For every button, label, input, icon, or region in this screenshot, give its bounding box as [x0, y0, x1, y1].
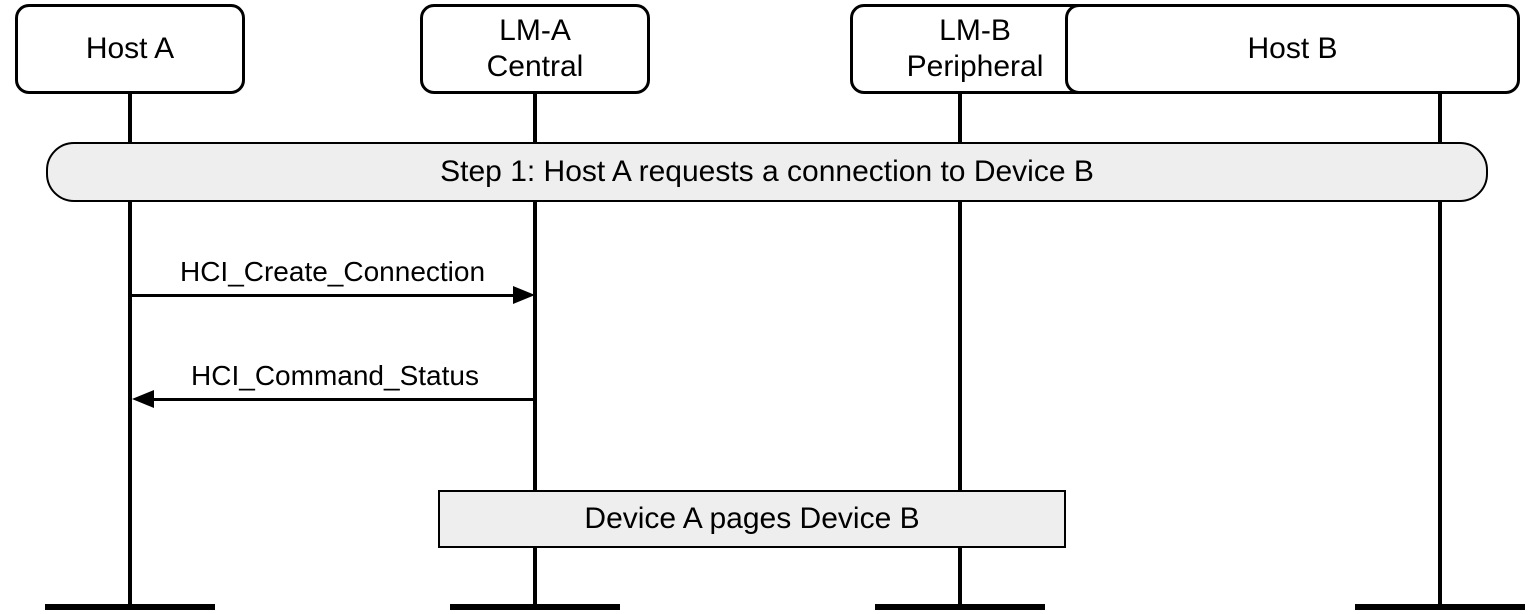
participant-lm-a: LM-A Central — [420, 4, 650, 94]
lifeline-host-a-top — [128, 94, 132, 144]
lifeline-lm-b-mid — [958, 202, 962, 492]
participant-lm-a-line1: LM-A — [499, 14, 571, 47]
participant-host-b: Host B — [1065, 4, 1520, 94]
participant-host-a-label: Host A — [86, 32, 174, 65]
participant-host-b-label: Host B — [1247, 32, 1337, 65]
note-paging-label: Device A pages Device B — [584, 502, 919, 536]
lifeline-end-host-a — [45, 604, 215, 610]
participant-lm-b-line1: LM-B — [939, 14, 1011, 47]
participant-lm-a-line2: Central — [487, 50, 584, 83]
sequence-diagram: Host A LM-A Central LM-B Peripheral Host… — [0, 0, 1534, 614]
lifeline-end-lm-a — [450, 604, 620, 610]
lifeline-lm-a-mid — [533, 202, 537, 492]
lifeline-end-lm-b — [875, 604, 1045, 610]
message-2-label: HCI_Command_Status — [165, 360, 505, 392]
participant-lm-b-line2: Peripheral — [907, 50, 1044, 83]
message-1-arrow — [513, 286, 535, 304]
lifeline-lm-b-bot — [958, 548, 962, 604]
lifeline-host-b-mid — [1438, 202, 1442, 604]
lifeline-lm-b-top — [958, 94, 962, 144]
participant-host-a: Host A — [15, 4, 245, 94]
lifeline-lm-a-bot — [533, 548, 537, 604]
message-2-line — [152, 398, 535, 401]
lifeline-lm-a-top — [533, 94, 537, 144]
message-1-line — [132, 294, 513, 297]
lifeline-end-host-b — [1355, 604, 1525, 610]
message-2-arrow — [132, 390, 154, 408]
note-paging: Device A pages Device B — [438, 490, 1066, 548]
step1-label: Step 1: Host A requests a connection to … — [440, 155, 1094, 189]
message-1-label: HCI_Create_Connection — [160, 256, 505, 288]
lifeline-host-b-top — [1438, 94, 1442, 144]
participant-lm-b: LM-B Peripheral — [850, 4, 1100, 94]
step1-bar: Step 1: Host A requests a connection to … — [46, 142, 1488, 202]
